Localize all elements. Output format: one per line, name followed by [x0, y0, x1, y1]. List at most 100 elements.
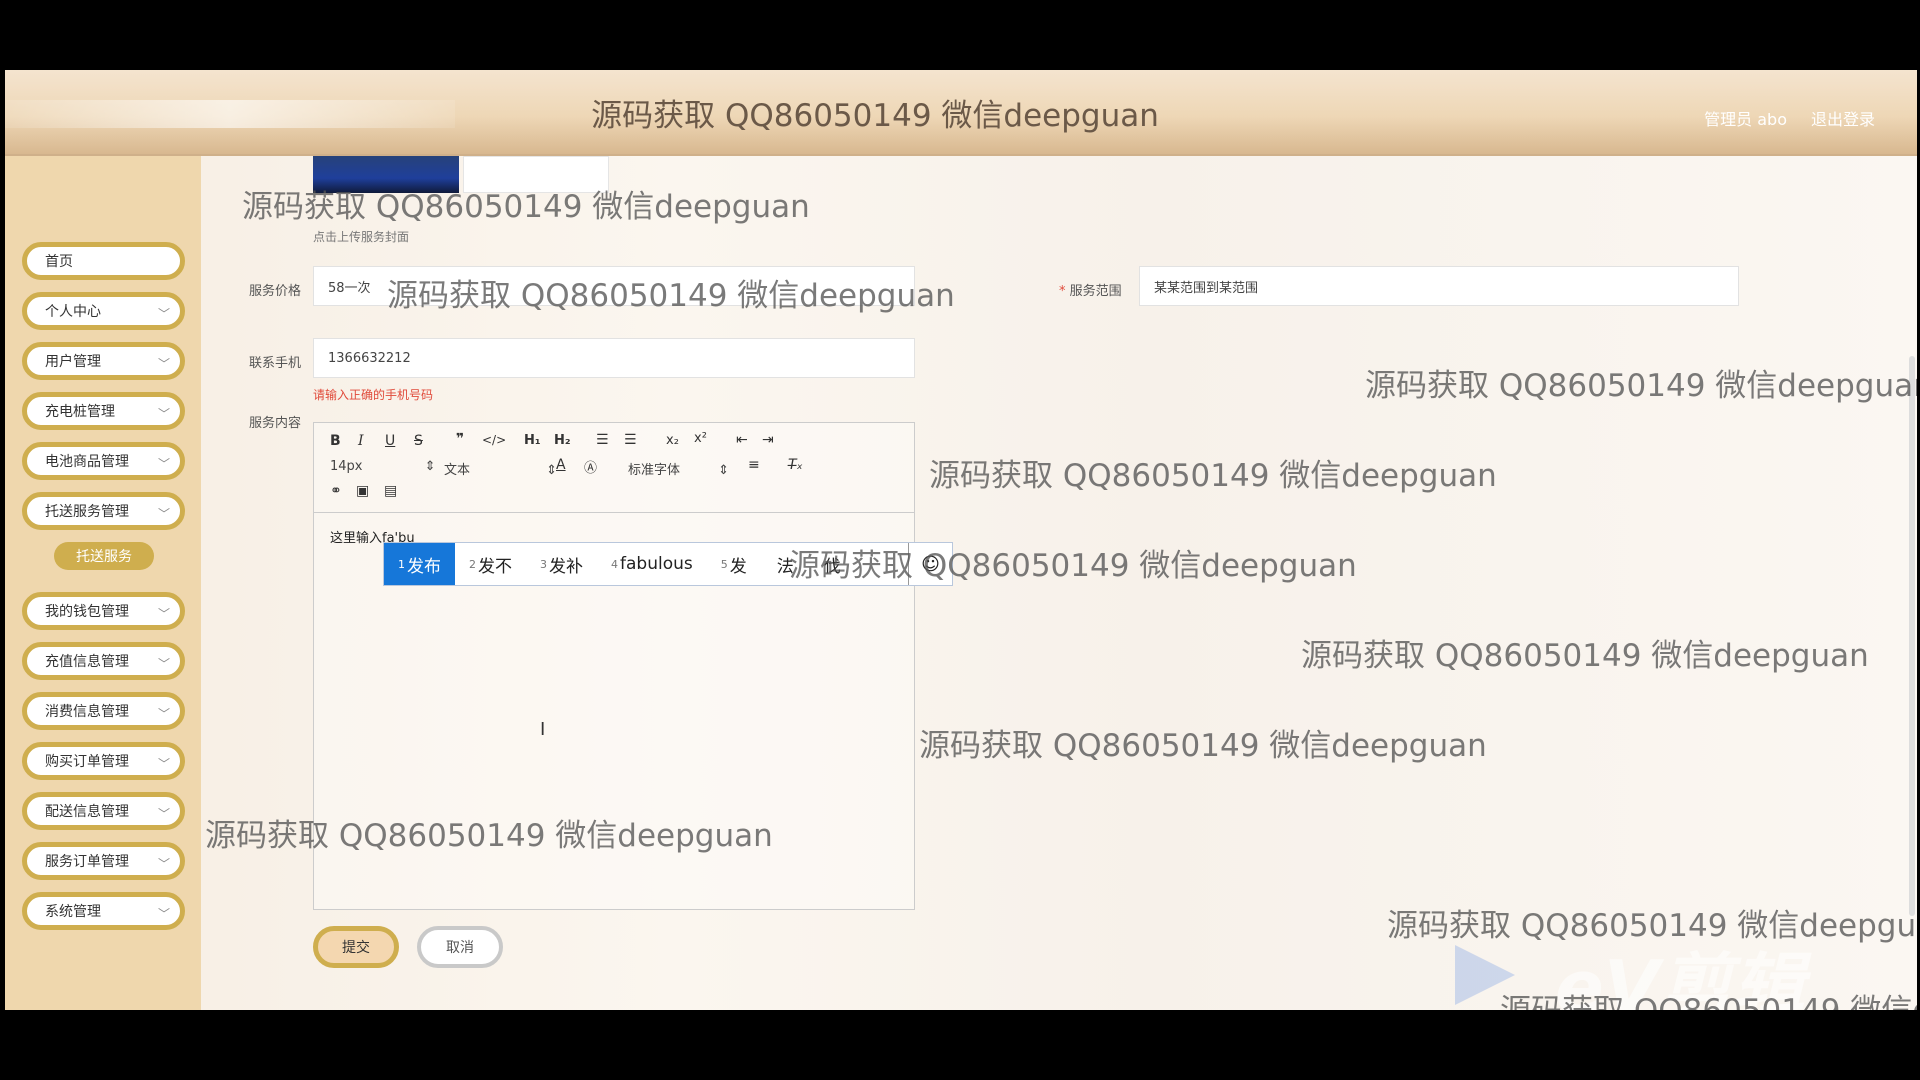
video-icon[interactable]: ▤ — [384, 483, 397, 499]
superscript-icon[interactable]: x² — [694, 431, 707, 446]
candidate-text: 发补 — [549, 556, 583, 577]
outdent-icon[interactable]: ⇤ — [736, 432, 748, 448]
blockquote-icon[interactable]: ❞ — [456, 431, 464, 447]
header-actions: 管理员 abo 退出登录 — [1704, 106, 1875, 130]
sidebar-item-home[interactable]: 首页 — [22, 242, 185, 280]
chevron-down-icon: ﹀ — [157, 607, 170, 621]
strikethrough-icon[interactable]: S — [414, 433, 423, 449]
bold-icon[interactable]: B — [330, 433, 341, 449]
content-label: 服务内容 — [249, 416, 302, 431]
font-color-icon[interactable]: A — [556, 457, 566, 473]
submit-button[interactable]: 提交 — [313, 926, 399, 968]
watermark: 源码获取 QQ86050149 微信deepguan — [789, 548, 1357, 584]
required-mark: * — [1059, 284, 1066, 299]
sidebar-item-service-orders[interactable]: 服务订单管理 ﹀ — [22, 842, 185, 880]
sidebar-item-label: 消费信息管理 — [45, 704, 129, 720]
top-header: 源码获取 QQ86050149 微信deepguan 管理员 abo 退出登录 — [5, 70, 1917, 156]
ordered-list-icon[interactable]: ☰ — [596, 432, 609, 448]
editor-toolbar: B I U S ❞ </> H₁ H₂ ☰ ☰ x₂ x² ⇤ ⇥ 14px ⇕… — [314, 423, 914, 513]
sidebar-item-label: 配送信息管理 — [45, 804, 129, 820]
candidate-number: 1 — [398, 557, 405, 571]
italic-icon[interactable]: I — [358, 433, 364, 449]
phone-input[interactable]: 1366632212 — [313, 338, 915, 378]
indent-icon[interactable]: ⇥ — [762, 432, 774, 448]
clear-format-icon[interactable]: T̶ₓ — [788, 457, 803, 473]
candidate-text: fabulous — [620, 554, 693, 574]
link-icon[interactable]: ⚭ — [330, 483, 342, 499]
cover-upload-hint: 点击上传服务封面 — [313, 230, 410, 244]
ime-candidate[interactable]: 2 发不 — [455, 543, 526, 585]
watermark: 源码获取 QQ86050149 微信deepguan — [1387, 908, 1917, 944]
phone-value: 1366632212 — [328, 350, 411, 366]
font-family-select[interactable]: 标准字体 ⇕ — [628, 459, 729, 478]
ime-candidate[interactable]: 5发 — [707, 543, 761, 585]
candidate-number: 2 — [469, 557, 476, 571]
watermark: 源码获取 QQ86050149 微信deepguan — [205, 818, 773, 854]
admin-user-link[interactable]: 管理员 abo — [1704, 106, 1787, 130]
sidebar-item-label: 服务订单管理 — [45, 854, 129, 870]
heading-1-icon[interactable]: H₁ — [524, 433, 541, 448]
sidebar-item-label: 首页 — [45, 254, 73, 270]
watermark: 源码获取 QQ86050149 微信deepguan — [929, 458, 1497, 494]
align-icon[interactable]: ≡ — [748, 457, 760, 473]
sidebar-item-recharge[interactable]: 充值信息管理 ﹀ — [22, 642, 185, 680]
sidebar-item-label: 个人中心 — [45, 304, 101, 320]
candidate-number: 4 — [611, 557, 618, 571]
chevron-down-icon: ﹀ — [157, 407, 170, 421]
font-size-value: 14px — [330, 459, 363, 474]
code-block-icon[interactable]: </> — [482, 433, 506, 447]
text-cursor-icon: I — [540, 719, 546, 740]
sidebar-item-user-management[interactable]: 用户管理 ﹀ — [22, 342, 185, 380]
bullet-list-icon[interactable]: ☰ — [624, 432, 637, 448]
sidebar-item-label: 用户管理 — [45, 354, 101, 370]
candidate-text: 发 — [729, 556, 747, 577]
sidebar-item-label: 我的钱包管理 — [45, 604, 129, 620]
sidebar-item-battery-products[interactable]: 电池商品管理 ﹀ — [22, 442, 185, 480]
background-color-icon[interactable]: Ⓐ — [584, 457, 597, 476]
sidebar-item-service-management[interactable]: 托送服务管理 ﹀ — [22, 492, 185, 530]
candidate-number: 5 — [720, 557, 728, 571]
phone-label: 联系手机 — [249, 356, 302, 371]
text-type-value: 文本 — [444, 463, 471, 478]
font-size-select[interactable]: 14px ⇕ — [330, 459, 436, 474]
range-value: 某某范围到某范围 — [1154, 280, 1259, 296]
logout-link[interactable]: 退出登录 — [1811, 106, 1875, 130]
image-icon[interactable]: ▣ — [356, 483, 369, 499]
ime-candidate[interactable]: 4 fabulous — [597, 543, 707, 585]
sidebar-item-system[interactable]: 系统管理 ﹀ — [22, 892, 185, 930]
range-input[interactable]: 某某范围到某范围 — [1139, 266, 1739, 306]
range-label: * 服务范围 — [1059, 280, 1122, 299]
chevron-down-icon: ﹀ — [157, 807, 170, 821]
sidebar-subitem-service[interactable]: 托送服务 — [54, 542, 154, 570]
sidebar-item-wallet[interactable]: 我的钱包管理 ﹀ — [22, 592, 185, 630]
watermark: 源码获取 QQ86050149 微信deepguan — [919, 728, 1487, 764]
chevron-down-icon: ﹀ — [157, 357, 170, 371]
sidebar-item-delivery[interactable]: 配送信息管理 ﹀ — [22, 792, 185, 830]
sidebar-item-purchase-orders[interactable]: 购买订单管理 ﹀ — [22, 742, 185, 780]
sidebar-item-charging-pile[interactable]: 充电桩管理 ﹀ — [22, 392, 185, 430]
ime-candidate[interactable]: 1 发布 — [384, 543, 455, 585]
sidebar-item-consumption[interactable]: 消费信息管理 ﹀ — [22, 692, 185, 730]
sidebar-item-label: 托送服务管理 — [45, 504, 129, 520]
sidebar-item-label: 电池商品管理 — [45, 454, 129, 470]
chevron-down-icon: ﹀ — [157, 857, 170, 871]
cancel-button[interactable]: 取消 — [417, 926, 503, 968]
app-window: 源码获取 QQ86050149 微信deepguan 管理员 abo 退出登录 … — [5, 70, 1917, 1010]
page-title: 源码获取 QQ86050149 微信deepguan — [591, 98, 1159, 134]
select-arrows-icon: ⇕ — [424, 459, 436, 474]
subscript-icon[interactable]: x₂ — [666, 433, 679, 448]
phone-error: 请输入正确的手机号码 — [313, 388, 434, 402]
heading-2-icon[interactable]: H₂ — [554, 433, 571, 448]
underline-icon[interactable]: U — [385, 433, 395, 449]
price-value: 58一次 — [328, 280, 371, 296]
page-scrollbar[interactable] — [1909, 356, 1915, 916]
text-type-select[interactable]: 文本 ⇕ — [444, 459, 557, 478]
watermark: 源码获取 QQ86050149 微信d — [1500, 985, 1917, 1010]
select-arrows-icon: ⇕ — [718, 463, 730, 478]
ime-candidate[interactable]: 3 发补 — [526, 543, 597, 585]
sidebar-item-label: 系统管理 — [45, 904, 101, 920]
sidebar-item-label: 充值信息管理 — [45, 654, 129, 670]
sidebar-item-personal-center[interactable]: 个人中心 ﹀ — [22, 292, 185, 330]
font-family-value: 标准字体 — [628, 463, 681, 478]
sidebar-item-label: 购买订单管理 — [45, 754, 129, 770]
